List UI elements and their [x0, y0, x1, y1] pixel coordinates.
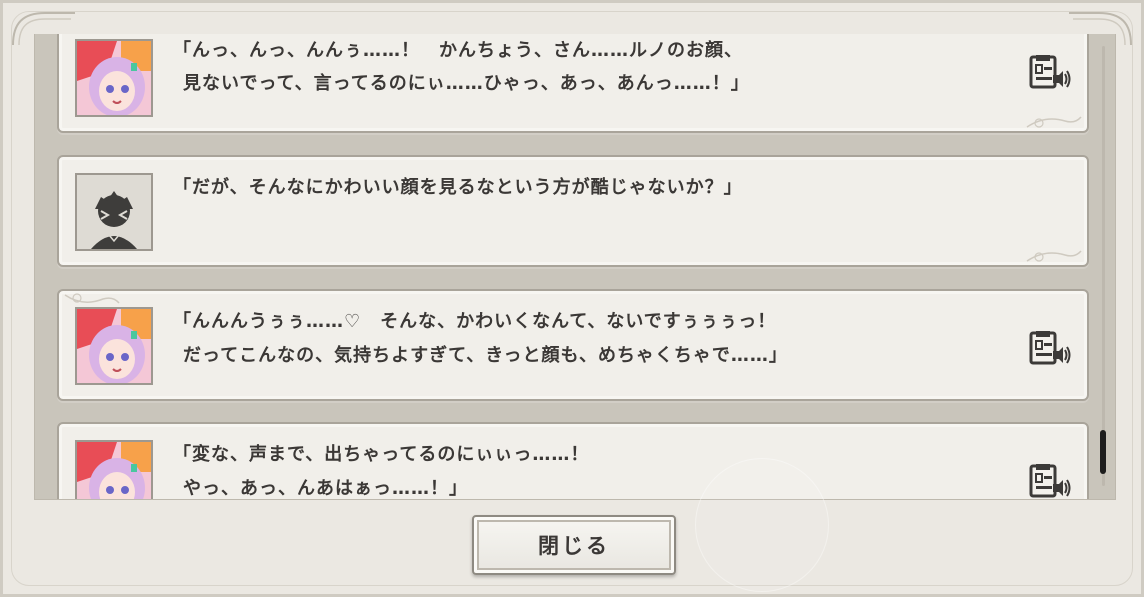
panel-ornament	[64, 293, 120, 304]
scrollbar-track[interactable]	[1102, 46, 1105, 486]
pink-hair-girl-avatar	[75, 39, 153, 117]
dialogue-line: やっ、あっ、んあはぁっ……！」	[183, 478, 468, 499]
voice-replay-button[interactable]	[1029, 53, 1071, 93]
log-entry: 「だが、そんなにかわいい顔を見るなという方が酷じゃないか？」	[57, 155, 1089, 267]
voice-replay-icon	[1029, 464, 1071, 498]
protagonist-silhouette-avatar	[75, 173, 153, 251]
voice-replay-icon	[1029, 55, 1071, 89]
close-button[interactable]: 閉じる	[472, 515, 676, 575]
pink-hair-girl-avatar	[75, 307, 153, 385]
dialogue-line: 「変な、声まで、出ちゃってるのにぃぃっ……！	[173, 444, 590, 465]
dialogue-line: 「んっ、んっ、んんぅ……！ かんちょう、さん……ルノのお顔、	[173, 40, 743, 61]
backlog-scrollbar[interactable]	[1100, 36, 1108, 496]
panel-ornament	[1026, 116, 1082, 128]
voice-replay-button[interactable]	[1029, 462, 1071, 499]
scrollbar-thumb[interactable]	[1100, 430, 1106, 474]
panel-ornament	[1026, 250, 1082, 262]
backlog-scroll-area[interactable]: 「んっ、んっ、んんぅ……！ かんちょう、さん……ルノのお顔、 見ないでって、言っ…	[34, 34, 1116, 500]
log-entry: 「んっ、んっ、んんぅ……！ かんちょう、さん……ルノのお顔、 見ないでって、言っ…	[57, 34, 1089, 133]
dialogue-line: だってこんなの、気持ちよすぎて、きっと顔も、めちゃくちゃで……」	[183, 345, 788, 366]
log-entry: 「変な、声まで、出ちゃってるのにぃぃっ……！ やっ、あっ、んあはぁっ……！」	[57, 422, 1089, 499]
dialogue-line: 見ないでって、言ってるのにぃ……ひゃっ、あっ、あんっ……！」	[183, 73, 750, 94]
dialogue-line: 「んんんうぅぅ……♡ そんな、かわいくなんて、ないですぅぅぅっ！	[173, 311, 777, 332]
voice-replay-icon	[1029, 331, 1071, 365]
pink-hair-girl-avatar	[75, 440, 153, 499]
dialogue-line: 「だが、そんなにかわいい顔を見るなという方が酷じゃないか？」	[173, 177, 743, 198]
voice-replay-button[interactable]	[1029, 329, 1071, 369]
log-entry: 「んんんうぅぅ……♡ そんな、かわいくなんて、ないですぅぅぅっ！ だってこんなの…	[57, 289, 1089, 401]
